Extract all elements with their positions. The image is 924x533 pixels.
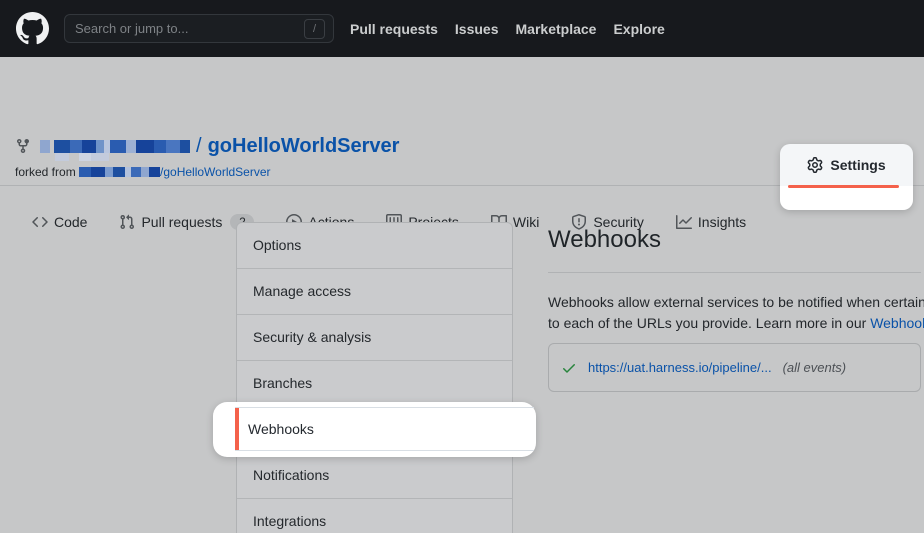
- tab-pull-requests[interactable]: Pull requests 2: [119, 214, 254, 230]
- sidebar-item-security-analysis[interactable]: Security & analysis: [237, 315, 512, 361]
- repo-forked-icon: [15, 138, 31, 154]
- global-search: /: [64, 14, 334, 43]
- settings-sidebar: Options Manage access Security & analysi…: [236, 222, 513, 533]
- sidebar-item-label: Webhooks: [235, 408, 534, 450]
- check-icon: [561, 360, 577, 376]
- nav-explore[interactable]: Explore: [613, 21, 664, 37]
- sidebar-item-notifications[interactable]: Notifications: [237, 453, 512, 499]
- tab-label: Insights: [698, 214, 746, 230]
- masked-owner-name: [40, 140, 190, 153]
- page-title: Webhooks: [548, 226, 661, 254]
- description-text: to each of the URLs you provide. Learn m…: [548, 315, 870, 331]
- git-pull-request-icon: [119, 214, 135, 230]
- active-item-indicator: [235, 408, 239, 450]
- upstream-repo-link[interactable]: /goHelloWorldServer: [160, 165, 271, 179]
- gear-icon: [807, 157, 823, 173]
- tab-label: Pull requests: [141, 214, 222, 230]
- forked-from-label: forked from: [15, 165, 76, 179]
- masked-owner-name-blur: [55, 153, 109, 161]
- title-divider: [548, 272, 921, 273]
- forked-from-line: forked from /goHelloWorldServer: [15, 165, 271, 179]
- repo-path-separator: /: [196, 135, 202, 158]
- repo-name-link[interactable]: goHelloWorldServer: [208, 135, 400, 158]
- sidebar-item-options[interactable]: Options: [237, 223, 512, 269]
- webhooks-item-spotlight: Webhooks: [213, 402, 536, 457]
- code-icon: [32, 214, 48, 230]
- tab-label: Settings: [830, 157, 885, 173]
- nav-pull-requests[interactable]: Pull requests: [350, 21, 438, 37]
- webhooks-description-line1: Webhooks allow external services to be n…: [548, 294, 924, 310]
- sidebar-item-webhooks[interactable]: Webhooks: [235, 407, 534, 451]
- settings-tab-spotlight: Settings: [780, 144, 913, 210]
- github-logo-icon[interactable]: [16, 12, 49, 45]
- tab-label: Code: [54, 214, 87, 230]
- nav-issues[interactable]: Issues: [455, 21, 499, 37]
- search-input[interactable]: [73, 20, 304, 37]
- masked-upstream-owner: [79, 167, 160, 177]
- graph-icon: [676, 214, 692, 230]
- sidebar-item-manage-access[interactable]: Manage access: [237, 269, 512, 315]
- tab-code[interactable]: Code: [32, 214, 87, 230]
- webhooks-description-line2: to each of the URLs you provide. Learn m…: [548, 315, 924, 331]
- sidebar-item-branches[interactable]: Branches: [237, 361, 512, 407]
- webhook-list-item: https://uat.harness.io/pipeline/... (all…: [548, 343, 921, 392]
- nav-marketplace[interactable]: Marketplace: [516, 21, 597, 37]
- tab-insights[interactable]: Insights: [676, 214, 746, 230]
- tab-label: Wiki: [513, 214, 539, 230]
- header-nav: Pull requests Issues Marketplace Explore: [350, 0, 665, 57]
- webhook-url-link[interactable]: https://uat.harness.io/pipeline/...: [588, 360, 772, 375]
- webhooks-guide-link[interactable]: Webhooks Guide: [870, 315, 924, 331]
- tab-settings[interactable]: Settings: [780, 152, 913, 178]
- slash-shortcut-badge: /: [304, 19, 325, 39]
- github-repo-settings-page: / Pull requests Issues Marketplace Explo…: [0, 0, 924, 533]
- active-tab-underline: [788, 185, 899, 188]
- webhook-events-scope: (all events): [783, 360, 847, 375]
- sidebar-item-integrations[interactable]: Integrations: [237, 499, 512, 533]
- top-header: / Pull requests Issues Marketplace Explo…: [0, 0, 924, 57]
